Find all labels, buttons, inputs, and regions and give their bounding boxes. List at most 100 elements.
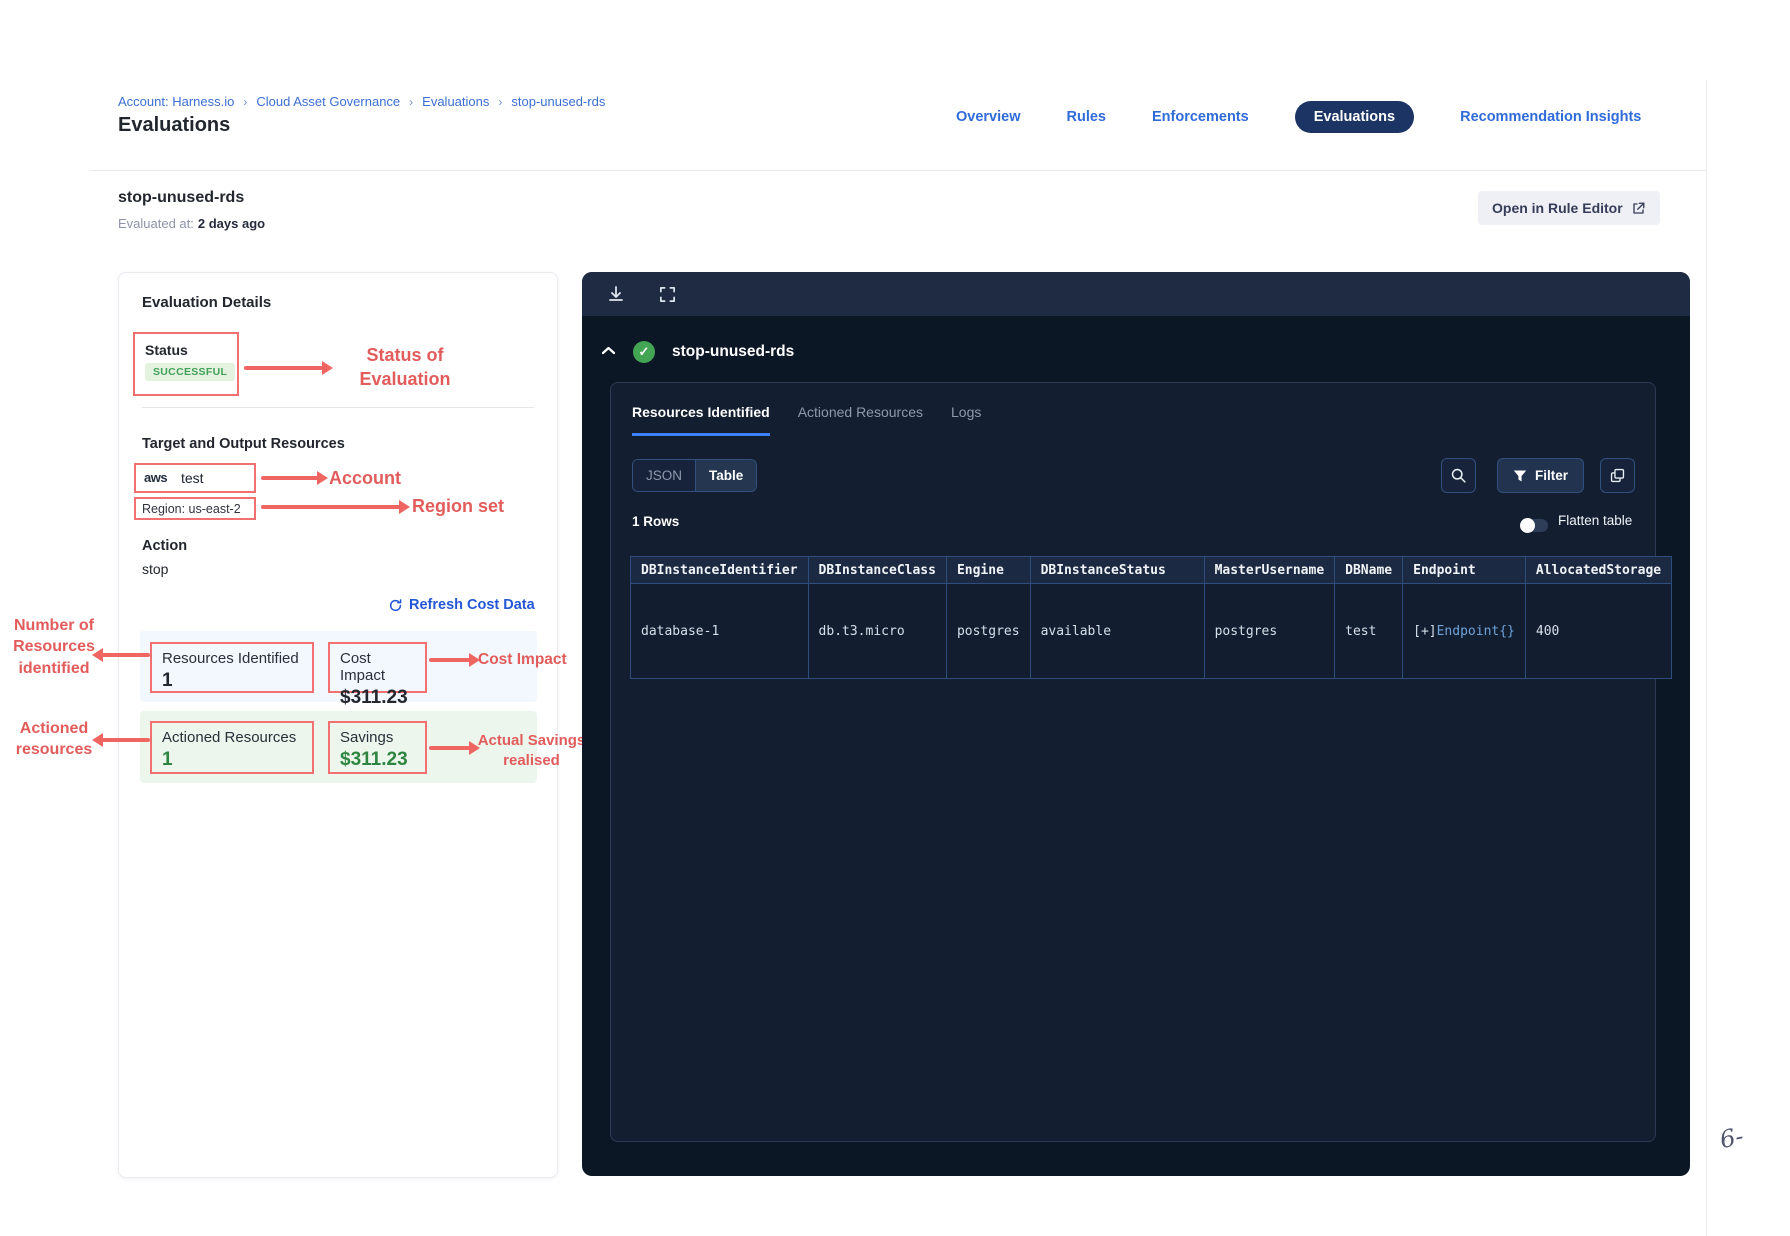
cell-master-username: postgres xyxy=(1203,583,1336,679)
tab-actioned-resources[interactable]: Actioned Resources xyxy=(798,404,923,436)
download-icon[interactable] xyxy=(606,284,626,304)
annotation-account: Account xyxy=(329,468,401,488)
section-divider xyxy=(142,407,534,408)
collapse-chevron-icon[interactable] xyxy=(601,346,616,355)
breadcrumb-separator: › xyxy=(409,94,414,109)
copy-icon xyxy=(1609,467,1626,484)
rows-count: 1 Rows xyxy=(632,514,680,529)
status-badge: SUCCESSFUL xyxy=(145,363,236,381)
resources-identified-label: Resources Identified xyxy=(162,650,299,667)
resources-identified-value: 1 xyxy=(162,670,173,691)
account-name: test xyxy=(181,470,204,486)
action-label: Action xyxy=(142,538,188,554)
annotation-arrow-num-resources xyxy=(92,648,150,662)
evaluated-at-value: 2 days ago xyxy=(197,216,266,231)
col-endpoint: Endpoint xyxy=(1402,556,1526,584)
aws-logo-text: aws xyxy=(144,470,168,485)
evaluated-at: Evaluated at: 2 days ago xyxy=(118,216,265,231)
cell-db-instance-identifier: database-1 xyxy=(630,583,809,679)
nav-tab-enforcements[interactable]: Enforcements xyxy=(1152,109,1249,125)
view-mode-json[interactable]: JSON xyxy=(633,460,696,491)
actioned-resources-box: Actioned Resources 1 xyxy=(150,721,314,774)
fullscreen-icon[interactable] xyxy=(658,285,677,304)
open-rule-editor-label: Open in Rule Editor xyxy=(1492,200,1623,216)
annotation-arrow-region xyxy=(261,500,410,514)
tab-resources-identified[interactable]: Resources Identified xyxy=(632,404,770,436)
evaluation-name-title: stop-unused-rds xyxy=(118,189,245,206)
col-dbinstanceidentifier: DBInstanceIdentifier xyxy=(630,556,809,584)
region-annotation-box: Region: us-east-2 xyxy=(134,497,256,520)
refresh-cost-data-label: Refresh Cost Data xyxy=(409,597,535,613)
tab-logs[interactable]: Logs xyxy=(951,404,981,436)
open-rule-editor-button[interactable]: Open in Rule Editor xyxy=(1478,191,1660,225)
col-dbinstanceclass: DBInstanceClass xyxy=(807,556,947,584)
results-card xyxy=(610,382,1656,1142)
nav-tab-evaluations[interactable]: Evaluations xyxy=(1294,101,1415,133)
cell-db-name: test xyxy=(1334,583,1404,679)
col-dbname: DBName xyxy=(1334,556,1404,584)
endpoint-object-value[interactable]: Endpoint{} xyxy=(1437,624,1515,639)
annotation-arrow-status xyxy=(244,361,333,375)
cell-db-instance-class: db.t3.micro xyxy=(807,583,947,679)
breadcrumb-item-governance[interactable]: Cloud Asset Governance xyxy=(256,94,400,109)
cost-impact-value: $311.23 xyxy=(340,687,408,708)
savings-box: Savings $311.23 xyxy=(328,721,427,774)
top-nav: Overview Rules Enforcements Evaluations … xyxy=(956,101,1641,133)
cell-allocated-storage: 400 xyxy=(1524,583,1673,679)
success-check-icon: ✓ xyxy=(633,341,655,363)
annotation-arrow-cost-impact xyxy=(429,653,480,667)
header-divider xyxy=(90,170,1706,171)
action-value: stop xyxy=(142,561,169,577)
filter-button[interactable]: Filter xyxy=(1497,458,1585,493)
breadcrumb-item-evaluations[interactable]: Evaluations xyxy=(422,94,489,109)
annotation-region-set: Region set xyxy=(412,496,505,516)
breadcrumb-separator: › xyxy=(243,94,248,109)
handwritten-mark: 6- xyxy=(1717,1121,1747,1155)
col-dbinstancestatus: DBInstanceStatus xyxy=(1029,556,1205,584)
annotation-actioned-resources: Actioned resources xyxy=(15,720,93,759)
target-resources-heading: Target and Output Resources xyxy=(142,436,345,452)
region-label: Region: us-east-2 xyxy=(142,501,241,516)
account-annotation-box: aws test xyxy=(134,463,256,493)
view-mode-table[interactable]: Table xyxy=(695,460,757,491)
external-link-icon xyxy=(1631,201,1646,216)
annotation-actual-savings: Actual Savings realised xyxy=(477,732,586,770)
nav-tab-rules[interactable]: Rules xyxy=(1067,109,1107,125)
results-tabs: Resources Identified Actioned Resources … xyxy=(632,404,981,436)
annotation-cost-impact: Cost Impact xyxy=(478,651,567,668)
search-button[interactable] xyxy=(1441,458,1476,493)
refresh-icon xyxy=(388,598,403,613)
annotation-arrow-actioned xyxy=(92,733,150,747)
output-toolbar xyxy=(582,272,1690,316)
actioned-resources-value: 1 xyxy=(162,749,173,770)
flatten-table-toggle[interactable] xyxy=(1520,518,1548,533)
endpoint-expand-control[interactable]: [+] xyxy=(1413,624,1436,639)
search-icon xyxy=(1450,467,1467,484)
panel-rule-title: stop-unused-rds xyxy=(672,343,795,360)
table-header-row: DBInstanceIdentifier DBInstanceClass Eng… xyxy=(630,556,1673,584)
savings-value: $311.23 xyxy=(340,749,408,770)
page-right-border xyxy=(1706,80,1707,1236)
refresh-cost-data-link[interactable]: Refresh Cost Data xyxy=(388,597,535,613)
view-mode-toggle: JSON Table xyxy=(632,459,758,492)
breadcrumb-item-account[interactable]: Account: Harness.io xyxy=(118,94,234,109)
breadcrumb: Account: Harness.io › Cloud Asset Govern… xyxy=(118,94,605,109)
nav-tab-overview[interactable]: Overview xyxy=(956,109,1021,125)
cell-endpoint: [+]Endpoint{} xyxy=(1402,583,1526,679)
breadcrumb-separator: › xyxy=(498,94,503,109)
actioned-resources-label: Actioned Resources xyxy=(162,729,297,746)
annotation-status-of-evaluation: Status of Evaluation xyxy=(359,345,451,390)
savings-label: Savings xyxy=(340,729,394,746)
col-allocatedstorage: AllocatedStorage xyxy=(1524,556,1673,584)
table-row: database-1 db.t3.micro postgres availabl… xyxy=(630,583,1673,679)
annotation-arrow-account xyxy=(261,471,328,485)
col-masterusername: MasterUsername xyxy=(1203,556,1336,584)
breadcrumb-item-current[interactable]: stop-unused-rds xyxy=(511,94,605,109)
col-engine: Engine xyxy=(945,556,1031,584)
aws-logo-icon: aws xyxy=(144,469,172,487)
page-title: Evaluations xyxy=(118,114,231,136)
flatten-table-label: Flatten table xyxy=(1558,513,1633,528)
nav-tab-recommendation-insights[interactable]: Recommendation Insights xyxy=(1460,109,1641,125)
copy-button[interactable] xyxy=(1600,458,1635,493)
evaluation-details-heading: Evaluation Details xyxy=(142,294,272,311)
